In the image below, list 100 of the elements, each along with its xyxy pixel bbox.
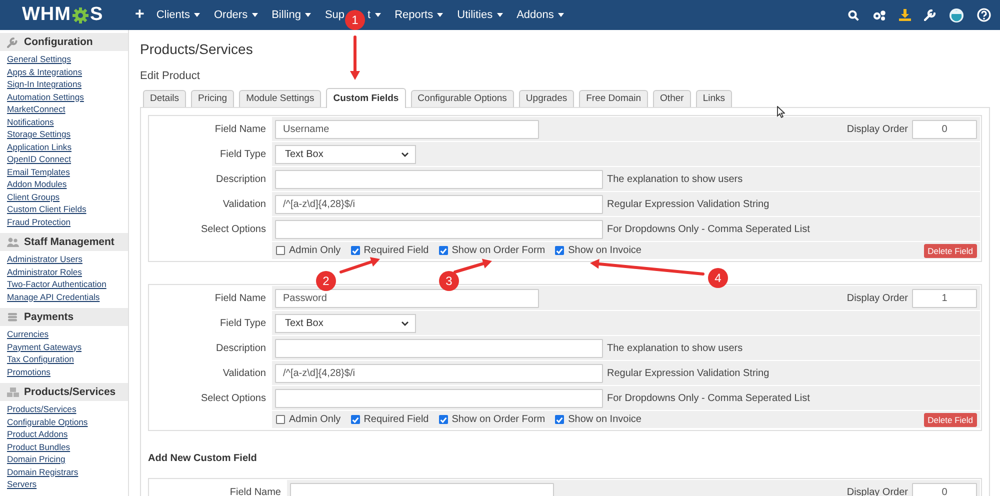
search-icon[interactable] xyxy=(848,10,859,20)
logo-text: WHM xyxy=(22,4,71,26)
input-field[interactable]: /^[a-z\d]{4,28}$/i xyxy=(275,194,603,214)
sidebar-link[interactable]: Application Links xyxy=(7,140,72,153)
sidebar-link[interactable]: Domain Pricing xyxy=(7,453,66,466)
callout-badge: 2 xyxy=(316,271,336,291)
input-field[interactable] xyxy=(275,170,603,188)
tab[interactable]: Custom Fields xyxy=(326,88,406,108)
sidebar-link[interactable]: Notifications xyxy=(7,116,54,128)
checkbox-label: Admin Only xyxy=(289,245,341,256)
delete-button[interactable]: Delete Field xyxy=(924,244,977,258)
sidebar-link[interactable]: Products/Services xyxy=(7,403,76,416)
tab[interactable]: Pricing xyxy=(191,90,234,107)
checkbox[interactable] xyxy=(350,415,360,424)
input-field[interactable] xyxy=(275,338,603,358)
sidebar-link[interactable]: Domain Registrars xyxy=(7,466,78,478)
tab[interactable]: Upgrades xyxy=(518,90,574,107)
input-field[interactable] xyxy=(275,388,603,408)
checkbox[interactable] xyxy=(438,415,448,424)
add-button[interactable]: + xyxy=(135,6,144,24)
checkbox[interactable] xyxy=(276,246,285,255)
sidebar-link[interactable]: Apps & Integrations xyxy=(7,66,82,78)
hint-text: For Dropdowns Only - Comma Seperated List xyxy=(607,224,810,234)
wrench-icon[interactable] xyxy=(924,9,936,21)
tab[interactable]: Details xyxy=(143,90,186,107)
sidebar-link[interactable]: Payment Gateways xyxy=(7,340,82,353)
menu-item[interactable]: Utilities xyxy=(457,9,503,21)
input-field[interactable]: Password xyxy=(275,288,539,308)
sidebar-link[interactable]: Administrator Roles xyxy=(7,266,82,278)
menu-item[interactable]: Orders xyxy=(214,9,258,21)
check-icon xyxy=(352,248,359,254)
field-label: Field Name xyxy=(228,486,282,496)
caret-icon xyxy=(496,13,503,17)
sidebar-link[interactable]: Fraud Protection xyxy=(7,216,71,228)
menu-item[interactable]: Reports xyxy=(394,9,444,21)
tab[interactable]: Module Settings xyxy=(239,90,322,107)
select-field[interactable]: Text Box xyxy=(275,314,416,332)
checkbox[interactable] xyxy=(438,246,448,255)
sidebar-link[interactable]: General Settings xyxy=(7,53,72,66)
page-title: Products/Services xyxy=(140,40,254,59)
checkbox[interactable] xyxy=(555,415,564,424)
sidebar-link[interactable]: Configurable Options xyxy=(7,416,88,428)
input-field[interactable]: Username xyxy=(275,120,539,138)
order-field[interactable]: 0 xyxy=(912,120,977,138)
avatar-icon[interactable] xyxy=(949,8,964,22)
sidebar-link[interactable]: Sign-In Integrations xyxy=(7,78,82,90)
sidebar-link[interactable]: Promotions xyxy=(7,366,50,378)
checkbox[interactable] xyxy=(276,415,285,424)
caret-icon[interactable] xyxy=(374,13,381,17)
tab[interactable]: Other xyxy=(653,90,691,107)
checkbox[interactable] xyxy=(555,246,564,255)
check-icon xyxy=(440,248,447,254)
input-field[interactable] xyxy=(290,482,554,496)
sidebar-link[interactable]: Automation Settings xyxy=(7,90,84,103)
order-field[interactable]: 1 xyxy=(912,288,977,308)
sidebar-link[interactable]: Custom Client Fields xyxy=(7,203,86,216)
sidebar-link[interactable]: Email Templates xyxy=(7,166,70,178)
sidebar-link[interactable]: Administrator Users xyxy=(7,253,82,266)
caret-icon xyxy=(194,13,200,17)
checkbox[interactable] xyxy=(350,246,360,255)
gear-icon xyxy=(72,6,89,24)
sidebar-link[interactable]: Manage API Credentials xyxy=(7,290,100,303)
sidebar-link[interactable]: Currencies xyxy=(7,328,49,340)
help-icon[interactable] xyxy=(977,8,991,22)
field-label: Field Type xyxy=(219,148,267,162)
tab[interactable]: Links xyxy=(696,90,732,107)
sidebar-link[interactable]: Product Bundles xyxy=(7,440,70,453)
select-field[interactable]: Text Box xyxy=(275,144,416,164)
page-subtitle: Edit Product xyxy=(140,69,201,83)
menu-item[interactable]: Clients xyxy=(156,9,200,21)
checkbox-label: Admin Only xyxy=(289,414,341,425)
caret-icon xyxy=(401,320,409,326)
tab[interactable]: Configurable Options xyxy=(410,90,514,107)
order-field[interactable]: 0 xyxy=(912,482,977,496)
input-field[interactable] xyxy=(275,220,603,238)
sidebar-link[interactable]: Client Groups xyxy=(7,190,60,203)
tab[interactable]: Free Domain xyxy=(579,90,648,107)
sidebar-link[interactable]: Tax Configuration xyxy=(7,353,74,366)
callout-badge: 3 xyxy=(439,271,459,291)
check-icon xyxy=(440,416,447,422)
sidebar-link[interactable]: Product Addons xyxy=(7,428,68,440)
sidebar-link[interactable]: Storage Settings xyxy=(7,128,71,140)
input-field[interactable]: /^[a-z\d]{4,28}$/i xyxy=(275,364,603,382)
sidebar-link[interactable]: Servers xyxy=(7,478,37,490)
sidebar-link[interactable]: Two-Factor Authentication xyxy=(7,278,106,290)
download-icon[interactable] xyxy=(899,9,911,21)
sidebar-link[interactable]: MarketConnect xyxy=(7,103,66,116)
delete-button[interactable]: Delete Field xyxy=(924,412,977,426)
field-label: Description xyxy=(214,172,267,186)
sidebar-link[interactable]: Addon Modules xyxy=(7,178,67,190)
boxes-icon xyxy=(7,386,19,398)
users-icon xyxy=(7,236,19,248)
hint-text: For Dropdowns Only - Comma Seperated List xyxy=(607,392,810,404)
menu-item[interactable]: Billing xyxy=(272,9,311,21)
check-icon xyxy=(352,416,359,422)
sidebar-link[interactable]: OpenID Connect xyxy=(7,153,72,166)
field-label: Validation xyxy=(222,366,267,380)
menu-item[interactable]: Sup xyxy=(324,9,345,21)
menu-item[interactable]: Addons xyxy=(516,9,564,21)
wrench-icon xyxy=(7,36,19,48)
